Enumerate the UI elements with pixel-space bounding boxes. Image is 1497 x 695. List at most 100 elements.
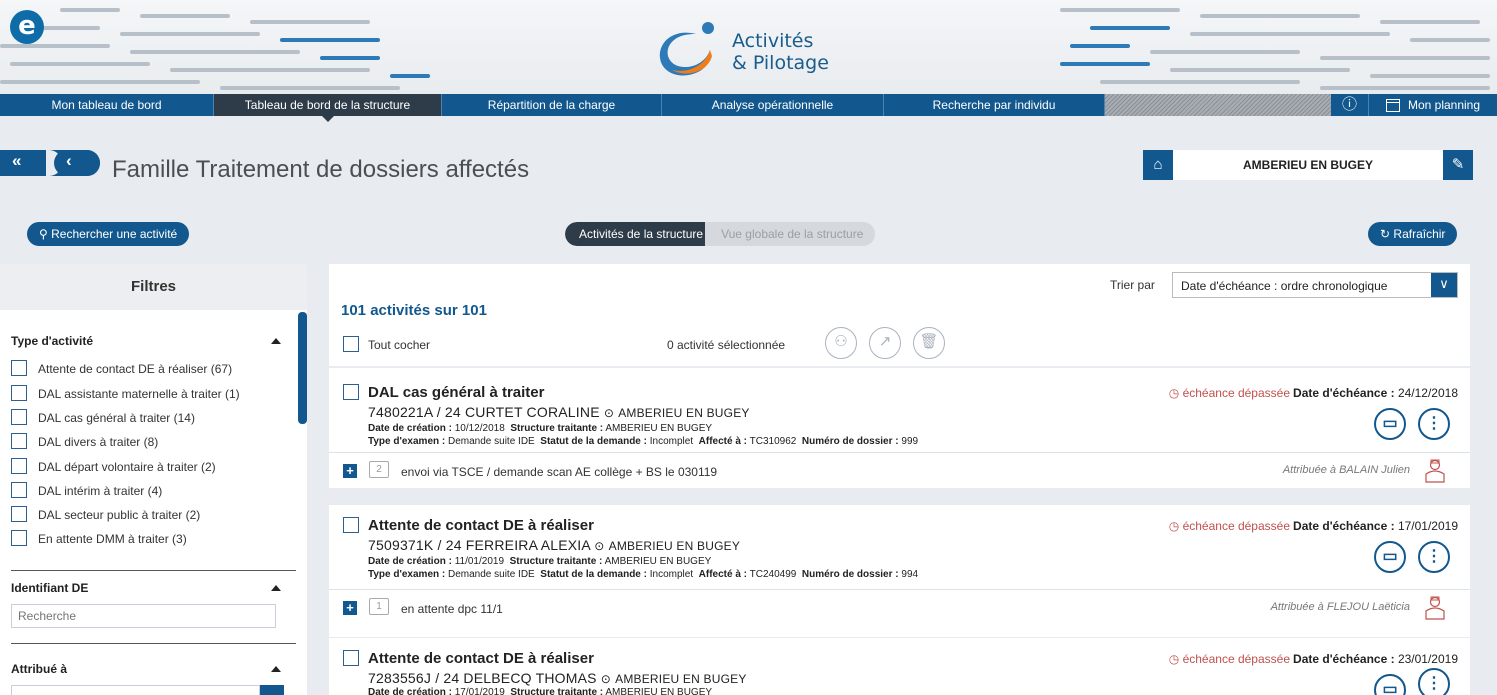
activity-comment: en attente dpc 11/1 xyxy=(401,602,503,616)
structure-name: AMBERIEU EN BUGEY xyxy=(1242,158,1373,172)
activity-checkbox[interactable] xyxy=(343,384,359,400)
tab-activites-structure[interactable]: Activités de la structure xyxy=(565,222,718,246)
activity-checkbox[interactable] xyxy=(343,517,359,533)
comment-count[interactable]: 2 xyxy=(369,461,389,478)
nav-mon-planning[interactable]: Mon planning xyxy=(1369,94,1497,116)
nav-recherche-individu[interactable]: Recherche par individu xyxy=(884,94,1105,116)
e-logo[interactable]: e xyxy=(10,10,44,44)
filter-checkbox[interactable] xyxy=(11,409,27,425)
expand-plus-icon[interactable]: + xyxy=(343,464,357,478)
activity-identity: 7480221A / 24 CURTET CORALINE ⊙ AMBERIEU… xyxy=(368,404,750,420)
filters-panel: Filtres Type d'activité Attente de conta… xyxy=(0,264,307,695)
search-icon: ⚲ xyxy=(39,227,48,241)
app-header: e Activités & Pilotage xyxy=(0,0,1497,94)
clock-icon: ◷ xyxy=(1168,519,1180,533)
activity-identity: 7509371K / 24 FERREIRA ALEXIA ⊙ AMBERIEU… xyxy=(368,537,741,553)
collapse-arrow-icon[interactable] xyxy=(271,585,281,591)
double-chevron-left-icon[interactable]: « xyxy=(12,151,21,171)
sort-value: Date d'échéance : ordre chronologique xyxy=(1181,279,1388,293)
list-header: Trier par Date d'échéance : ordre chrono… xyxy=(329,264,1470,366)
main-nav: Mon tableau de bord Tableau de bord de l… xyxy=(0,94,1497,122)
filter-id-title[interactable]: Identifiant DE xyxy=(11,581,88,595)
activity-created-line: Date de création : 17/01/2019 Structure … xyxy=(368,687,713,695)
activity-title[interactable]: Attente de contact DE à réaliser xyxy=(368,650,594,667)
edit-icon[interactable]: ✎ xyxy=(1443,150,1473,180)
structure-selector: ⌂ AMBERIEU EN BUGEY ✎ xyxy=(1143,150,1473,180)
sort-label: Trier par xyxy=(1110,278,1155,292)
activity-title[interactable]: Attente de contact DE à réaliser xyxy=(368,517,594,534)
back-navigation: « ‹ xyxy=(0,150,100,176)
folder-icon[interactable]: ▭ xyxy=(1374,541,1406,573)
filter-checkbox[interactable] xyxy=(11,530,27,546)
more-options-icon[interactable]: ⋮ xyxy=(1418,668,1450,695)
chevron-left-icon[interactable]: ‹ xyxy=(66,151,72,171)
search-activity-button[interactable]: ⚲ Rechercher une activité xyxy=(27,222,190,246)
filter-checkbox[interactable] xyxy=(11,506,27,522)
nav-mon-tableau-de-bord[interactable]: Mon tableau de bord xyxy=(0,94,214,116)
assigned-input[interactable] xyxy=(11,685,260,695)
filter-label: DAL intérim à traiter (4) xyxy=(38,484,163,498)
activity-checkbox[interactable] xyxy=(343,650,359,666)
refresh-icon: ↻ xyxy=(1380,227,1391,241)
chevron-down-icon[interactable]: ∨ xyxy=(1431,273,1457,297)
sort-select[interactable]: Date d'échéance : ordre chronologique ∨ xyxy=(1172,272,1458,298)
activity-created-line: Date de création : 10/12/2018 Structure … xyxy=(368,423,713,434)
clock-icon: ◷ xyxy=(1168,652,1180,666)
activity-title[interactable]: DAL cas général à traiter xyxy=(368,384,544,401)
tab-vue-globale[interactable]: Vue globale de la structure xyxy=(705,222,876,246)
nav-analyse-operationnelle[interactable]: Analyse opérationnelle xyxy=(662,94,884,116)
comment-count[interactable]: 1 xyxy=(369,598,389,615)
info-icon[interactable]: ⓘ xyxy=(1331,94,1369,116)
assigned-dropdown-button[interactable] xyxy=(260,685,284,695)
more-options-icon[interactable]: ⋮ xyxy=(1418,408,1450,440)
nav-planning-label: Mon planning xyxy=(1407,98,1481,112)
overdue-badge: ◷ échéance dépassée xyxy=(1168,519,1290,533)
share-icon[interactable]: ↗ xyxy=(869,327,901,359)
brand-logo[interactable]: Activités & Pilotage xyxy=(656,14,856,84)
agent-icon[interactable] xyxy=(1424,596,1446,620)
overdue-badge: ◷ échéance dépassée xyxy=(1168,386,1290,400)
page-title: Famille Traitement de dossiers affectés xyxy=(112,156,530,183)
assigned-to: Attribuée à BALAIN Julien xyxy=(1282,464,1410,476)
title-row: « ‹ Famille Traitement de dossiers affec… xyxy=(0,150,1497,190)
due-date: Date d'échéance : 23/01/2019 xyxy=(1293,652,1458,666)
clock-icon: ◷ xyxy=(1168,386,1180,400)
filter-checkbox[interactable] xyxy=(11,458,27,474)
filter-label: DAL départ volontaire à traiter (2) xyxy=(38,460,216,474)
trash-icon[interactable]: 🗑 xyxy=(913,327,945,359)
filter-checkbox[interactable] xyxy=(11,360,27,376)
activity-identity: 7283556J / 24 DELBECQ THOMAS ⊙ AMBERIEU … xyxy=(368,670,747,686)
filter-type-title[interactable]: Type d'activité xyxy=(11,334,93,348)
filter-checkbox[interactable] xyxy=(11,482,27,498)
check-all-label: Tout cocher xyxy=(368,338,431,352)
filter-label: En attente DMM à traiter (3) xyxy=(38,532,187,546)
assign-agents-icon[interactable]: ⚇ xyxy=(825,327,857,359)
more-options-icon[interactable]: ⋮ xyxy=(1418,541,1450,573)
nav-filler xyxy=(1105,94,1331,116)
nav-tableau-de-bord-structure[interactable]: Tableau de bord de la structure xyxy=(214,94,442,122)
home-icon[interactable]: ⌂ xyxy=(1143,150,1173,180)
folder-icon[interactable]: ▭ xyxy=(1374,408,1406,440)
filter-checkbox[interactable] xyxy=(11,433,27,449)
activity-count: 101 activités sur 101 xyxy=(341,302,487,319)
location-pin-icon: ⊙ xyxy=(600,672,612,686)
assigned-to: Attribuée à FLEJOU Laëticia xyxy=(1270,601,1410,613)
nav-repartition-charge[interactable]: Répartition de la charge xyxy=(442,94,662,116)
filter-assigned-title[interactable]: Attribué à xyxy=(11,662,67,676)
folder-icon[interactable]: ▭ xyxy=(1374,674,1406,695)
check-all-checkbox[interactable] xyxy=(343,336,359,352)
id-de-search-input[interactable] xyxy=(11,604,276,628)
expand-plus-icon[interactable]: + xyxy=(343,601,357,615)
collapse-arrow-icon[interactable] xyxy=(271,338,281,344)
search-activity-label: Rechercher une activité xyxy=(51,227,178,241)
filters-scrollbar[interactable] xyxy=(298,312,307,424)
due-date: Date d'échéance : 17/01/2019 xyxy=(1293,519,1458,533)
activity-details-line: Type d'examen : Demande suite IDE Statut… xyxy=(368,569,919,580)
filter-label: DAL secteur public à traiter (2) xyxy=(38,508,201,522)
brand-name-line2: & Pilotage xyxy=(732,52,829,74)
collapse-arrow-icon[interactable] xyxy=(271,666,281,672)
refresh-button[interactable]: ↻ Rafraîchir xyxy=(1368,222,1458,246)
selected-count: 0 activité sélectionnée xyxy=(667,338,786,352)
filter-checkbox[interactable] xyxy=(11,385,27,401)
agent-icon[interactable] xyxy=(1424,459,1446,483)
